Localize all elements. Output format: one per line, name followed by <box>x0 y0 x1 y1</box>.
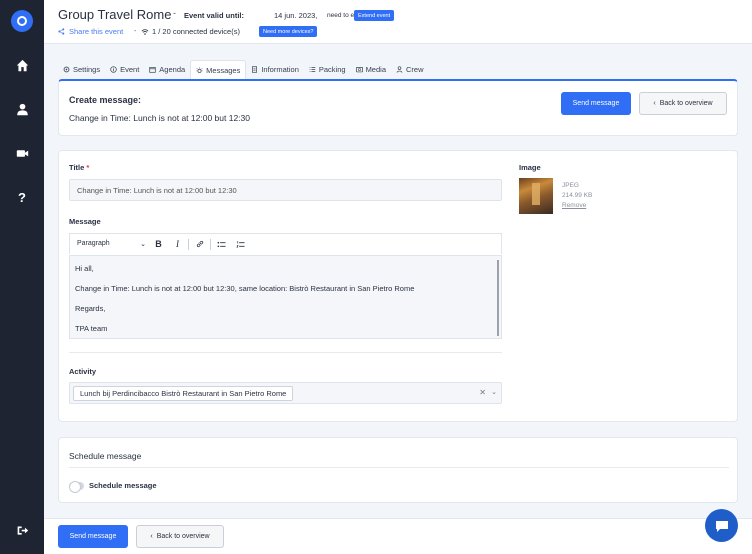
title-label: Title * <box>69 163 89 172</box>
need-more-devices-button[interactable]: Need more devices? <box>259 26 318 37</box>
send-message-button[interactable]: Send message <box>561 92 631 115</box>
tab-label: Media <box>365 65 386 74</box>
schedule-title: Schedule message <box>69 451 142 461</box>
chat-bubble-icon[interactable] <box>705 509 738 542</box>
italic-button[interactable]: I <box>168 235 187 254</box>
event-title: Group Travel Rome <box>58 7 172 22</box>
chevron-left-icon: ‹ <box>150 533 153 540</box>
message-form: Title * Change in Time: Lunch is not at … <box>58 150 738 422</box>
media-icon <box>355 67 363 73</box>
tab-packing[interactable]: Packing <box>304 60 351 79</box>
tab-label: Settings <box>73 65 101 74</box>
share-event-label: Share this event <box>69 27 124 36</box>
create-message-title: Create message: <box>69 95 142 105</box>
toolbar-divider <box>210 238 211 250</box>
paragraph-style-label: Paragraph <box>77 240 110 247</box>
image-thumbnail <box>519 178 553 214</box>
toolbar-divider <box>188 238 189 250</box>
devices-count: 1 / 20 connected device(s) <box>152 27 240 36</box>
message-line: Regards, <box>75 304 106 313</box>
back-to-overview-label: Back to overview <box>659 100 713 107</box>
editor-toolbar: Paragraph ⌄ B I <box>69 233 502 254</box>
person-icon <box>396 66 403 73</box>
valid-until-date: 14 jun. 2023, <box>274 11 318 20</box>
message-line: Hi all, <box>75 264 94 273</box>
required-marker: * <box>86 163 90 172</box>
activity-chip[interactable]: Lunch bij Perdincibacco Bistrò Restauran… <box>73 386 294 401</box>
share-event-link[interactable]: Share this event <box>58 27 123 36</box>
message-editor[interactable]: Hi all, Change in Time: Lunch is not at … <box>69 255 502 339</box>
activity-label: Activity <box>69 367 97 376</box>
clear-icon[interactable]: ✕ <box>479 388 486 397</box>
gear-icon <box>63 66 70 73</box>
tab-label: Crew <box>406 65 424 74</box>
message-line: Change in Time: Lunch is not at 12:00 bu… <box>75 284 415 293</box>
remove-image-link[interactable]: Remove <box>562 202 586 209</box>
calendar-icon <box>149 67 156 73</box>
back-to-overview-label: Back to overview <box>156 533 210 540</box>
schedule-toggle[interactable] <box>69 481 84 493</box>
image-size: 214.99 KB <box>562 192 593 199</box>
document-icon <box>252 66 258 73</box>
schedule-panel: Schedule message Schedule message <box>58 437 738 503</box>
tab-label: Packing <box>318 65 346 74</box>
tab-messages[interactable]: Messages <box>190 60 247 79</box>
message-line: TPA team <box>75 324 108 333</box>
video-icon[interactable] <box>0 144 44 162</box>
wifi-icon <box>141 28 149 35</box>
tab-label: Messages <box>206 65 241 75</box>
tab-label: Event <box>120 65 140 74</box>
numbered-list-icon[interactable] <box>231 235 250 254</box>
tab-agenda[interactable]: Agenda <box>144 60 190 79</box>
extend-event-button[interactable]: Extend event <box>354 10 395 21</box>
bulb-icon <box>196 66 203 73</box>
devices-info: 1 / 20 connected device(s) <box>141 27 240 36</box>
title-input[interactable]: Change in Time: Lunch is not at 12:00 bu… <box>69 179 502 201</box>
tab-label: Agenda <box>159 65 186 74</box>
title-separator: - <box>173 8 176 18</box>
message-label: Message <box>69 217 101 226</box>
tab-media[interactable]: Media <box>351 60 391 79</box>
paragraph-style-select[interactable]: Paragraph ⌄ <box>77 240 149 248</box>
tab-information[interactable]: Information <box>246 60 304 79</box>
info-icon <box>110 66 117 73</box>
share-separator: - <box>134 28 137 35</box>
chevron-left-icon: ‹ <box>653 100 656 107</box>
event-header: Group Travel Rome - Event valid until: 1… <box>44 0 752 44</box>
home-icon[interactable] <box>0 56 44 74</box>
footer-bar: Send message ‹ Back to overview <box>44 518 752 554</box>
link-icon[interactable] <box>190 235 209 254</box>
chevron-down-icon[interactable]: ⌄ <box>491 388 497 396</box>
activity-select[interactable]: Lunch bij Perdincibacco Bistrò Restauran… <box>69 382 502 404</box>
bulleted-list-icon[interactable] <box>212 235 231 254</box>
tab-label: Information <box>261 65 299 74</box>
help-icon[interactable]: ? <box>0 188 44 206</box>
image-type: JPEG <box>562 182 579 189</box>
user-icon[interactable] <box>0 100 44 118</box>
tab-settings[interactable]: Settings <box>58 60 105 79</box>
valid-until-label: Event valid until: <box>184 11 245 20</box>
create-message-panel: Create message: Change in Time: Lunch is… <box>58 79 738 136</box>
tab-event[interactable]: Event <box>105 60 144 79</box>
share-icon <box>58 28 65 35</box>
image-label: Image <box>519 163 541 172</box>
chevron-down-icon: ⌄ <box>140 241 146 248</box>
sidebar: ? <box>0 0 44 554</box>
title-label-text: Title <box>69 163 85 172</box>
logout-icon[interactable] <box>0 521 44 539</box>
tab-bar: Settings Event Agenda Messages Informati… <box>58 60 429 79</box>
footer-send-message-button[interactable]: Send message <box>58 525 128 548</box>
back-to-overview-button[interactable]: ‹ Back to overview <box>639 92 727 115</box>
tab-crew[interactable]: Crew <box>391 60 429 79</box>
schedule-divider <box>69 467 729 468</box>
bold-button[interactable]: B <box>149 235 168 254</box>
editor-scrollbar[interactable] <box>497 260 499 336</box>
create-message-subtitle: Change in Time: Lunch is not at 12:00 bu… <box>69 113 250 123</box>
form-divider <box>69 352 502 353</box>
logo-icon[interactable] <box>11 10 33 32</box>
list-icon <box>309 67 316 72</box>
schedule-toggle-label: Schedule message <box>89 481 157 490</box>
footer-back-to-overview-button[interactable]: ‹ Back to overview <box>136 525 224 548</box>
